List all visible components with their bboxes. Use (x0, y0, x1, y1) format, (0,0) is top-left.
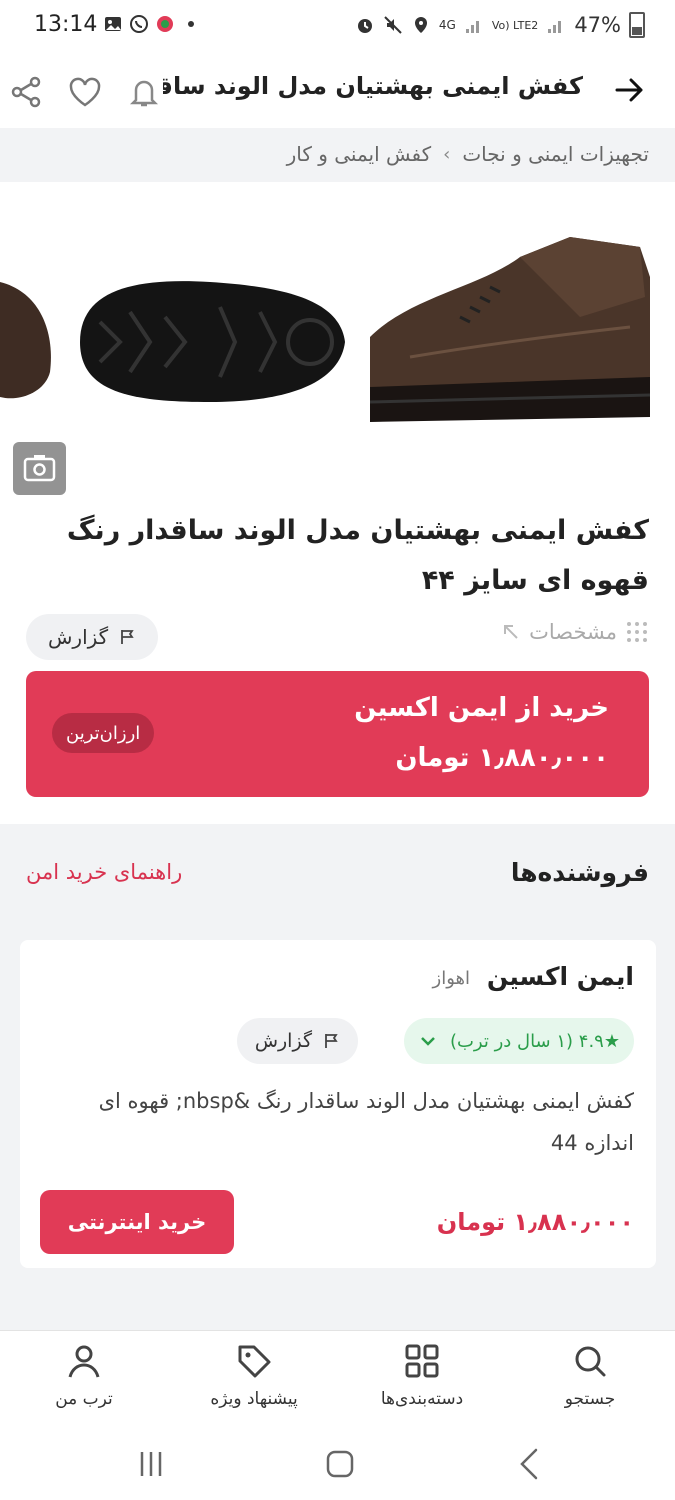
product-image-side[interactable] (370, 237, 650, 437)
rating-text: ★۴.۹ (۱ سال در ترب) (449, 1030, 620, 1052)
flag-icon (325, 1034, 338, 1048)
notification-icons (103, 14, 201, 34)
arrow-up-left-icon (504, 625, 518, 639)
sellers-section: فروشنده‌ها راهنمای خرید امن ایمن اکسین ا… (0, 824, 675, 1330)
specs-label: مشخصات (529, 620, 617, 644)
nav-label: ترب من (55, 1389, 113, 1409)
nav-my-torob[interactable]: ترب من (14, 1341, 154, 1409)
recent-apps-icon[interactable] (131, 1444, 171, 1484)
system-back-icon[interactable] (510, 1444, 550, 1484)
app-bar: کفش ایمنی بهشتیان مدل الوند ساقد... (0, 52, 675, 128)
product-image-sole[interactable] (70, 272, 350, 412)
seller-card[interactable]: ایمن اکسین اهواز ★۴.۹ (۱ سال در ترب) گزا… (20, 940, 656, 1268)
grid-icon (405, 1344, 439, 1378)
network-type: 4G (438, 18, 456, 32)
seller-price: ۱٫۸۸۰٫۰۰۰ تومان (436, 1208, 634, 1236)
buy-banner[interactable]: خرید از ایمن اکسین ۱٫۸۸۰٫۰۰۰ تومان ارزان… (26, 671, 649, 797)
status-time: 13:14 (34, 12, 98, 37)
cheapest-badge: ارزان‌ترین (52, 713, 155, 753)
chevron-down-icon (421, 1037, 435, 1046)
dots-grid-icon (627, 622, 647, 642)
camera-icon (23, 455, 56, 482)
seller-city: اهواز (432, 968, 471, 989)
seller-product-description: کفش ایمنی بهشتیان مدل الوند ساقدار رنگ &… (98, 1089, 634, 1155)
battery-percent: 47% (574, 13, 621, 37)
location-icon (414, 17, 427, 33)
back-arrow-icon[interactable] (613, 74, 645, 106)
user-icon (68, 1345, 100, 1378)
image-search-button[interactable] (13, 442, 66, 495)
system-navigation (0, 1428, 675, 1500)
app-notification-icon (157, 16, 173, 32)
heart-icon[interactable] (67, 74, 103, 110)
online-buy-button[interactable]: خرید اینترنتی (40, 1190, 234, 1254)
share-icon[interactable] (8, 74, 44, 110)
breadcrumb-item[interactable]: کفش ایمنی و کار (287, 142, 432, 166)
product-gallery[interactable] (0, 182, 675, 502)
report-label: گزارش (254, 1030, 312, 1052)
report-button[interactable]: گزارش (26, 614, 159, 660)
whatsapp-notification-icon (130, 15, 148, 33)
alarm-icon (357, 19, 372, 33)
battery-icon (629, 12, 645, 38)
status-bar: 13:14 4G Vo) LTE2 47% (0, 0, 675, 52)
buy-banner-title: خرید از ایمن اکسین (354, 693, 609, 723)
breadcrumb-separator: › (443, 143, 451, 165)
home-icon[interactable] (320, 1444, 360, 1484)
nav-label: پیشنهاد ویژه (210, 1389, 298, 1409)
tag-icon (238, 1345, 271, 1378)
nav-categories[interactable]: دسته‌بندی‌ها (352, 1341, 492, 1409)
gallery-notification-icon (105, 17, 121, 31)
nav-special-offers[interactable]: پیشنهاد ویژه (184, 1341, 324, 1409)
signal-icon (465, 21, 479, 33)
breadcrumb-item[interactable]: تجهیزات ایمنی و نجات (462, 142, 649, 166)
report-label: گزارش (48, 625, 109, 649)
page-title: کفش ایمنی بهشتیان مدل الوند ساقد... (163, 72, 583, 100)
status-right: 4G Vo) LTE2 47% (355, 12, 645, 38)
specs-link[interactable]: مشخصات (501, 620, 649, 644)
product-image-partial[interactable] (0, 262, 55, 422)
sellers-title: فروشنده‌ها (510, 858, 649, 887)
bottom-nav: جستجو دسته‌بندی‌ها پیشنهاد ویژه ترب من (0, 1330, 675, 1429)
product-title: کفش ایمنی بهشتیان مدل الوند ساقدار رنگ ق… (66, 515, 649, 596)
seller-report-button[interactable]: گزارش (236, 1018, 358, 1064)
volte-label: Vo) LTE2 (491, 18, 539, 32)
nav-label: جستجو (564, 1389, 616, 1409)
mute-icon (384, 16, 402, 34)
seller-rating[interactable]: ★۴.۹ (۱ سال در ترب) (403, 1018, 634, 1064)
breadcrumb: تجهیزات ایمنی و نجات › کفش ایمنی و کار (0, 128, 675, 182)
buy-banner-price: ۱٫۸۸۰٫۰۰۰ تومان (395, 743, 609, 773)
nav-label: دسته‌بندی‌ها (380, 1389, 464, 1409)
flag-icon (121, 630, 134, 644)
signal2-icon (548, 21, 562, 33)
nav-search[interactable]: جستجو (520, 1341, 660, 1409)
dot-icon (188, 21, 194, 27)
seller-name[interactable]: ایمن اکسین (487, 962, 634, 991)
safe-purchase-guide-link[interactable]: راهنمای خرید امن (26, 860, 182, 884)
search-icon (575, 1346, 606, 1377)
bell-icon[interactable] (126, 74, 162, 110)
